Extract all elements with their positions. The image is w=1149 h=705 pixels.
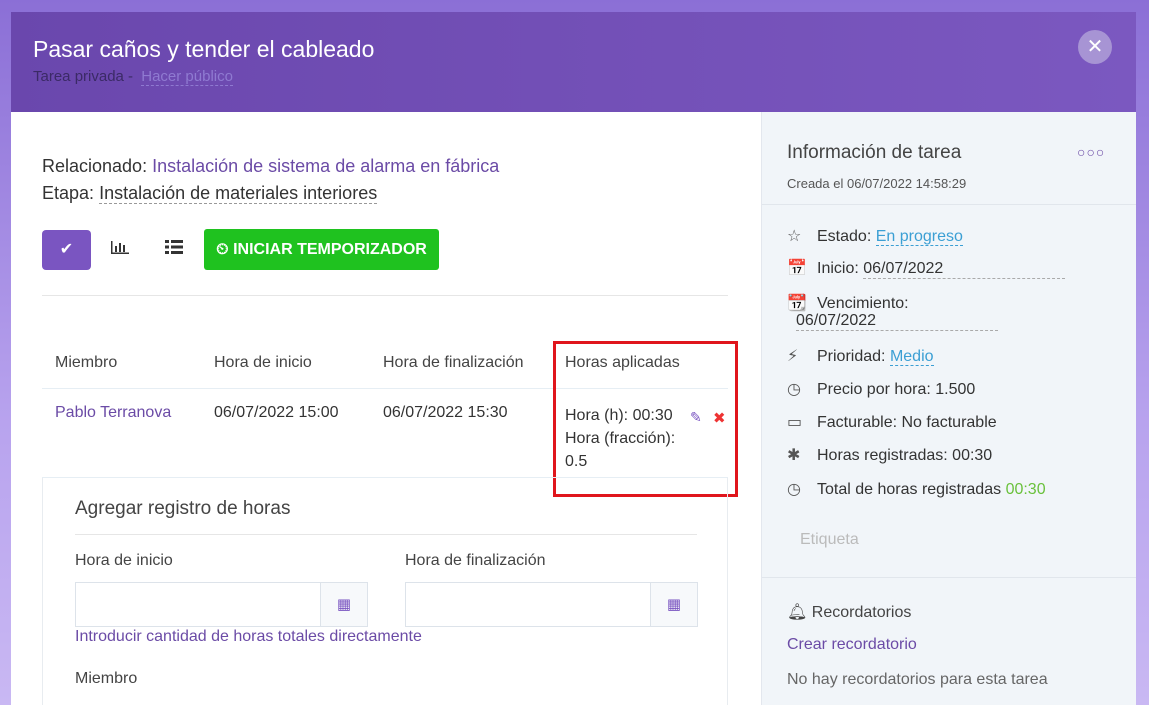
task-title: Pasar caños y tender el cableado <box>33 36 375 62</box>
list-icon[interactable] <box>165 239 183 260</box>
end-time-label: Hora de finalización <box>405 552 546 569</box>
no-reminders-text: No hay recordatorios para esta tarea <box>787 671 1048 688</box>
highlight-box <box>553 341 738 497</box>
divider <box>42 295 728 296</box>
calendar-icon[interactable]: ▦ <box>650 582 698 627</box>
credit-card-icon: ▭ <box>787 414 803 431</box>
reminders-title: 🔔︎ Recordatorios <box>787 602 911 622</box>
billable-row: ▭ Facturable: No facturable <box>787 412 997 432</box>
col-header-end: Hora de finalización <box>383 354 524 371</box>
divider <box>762 577 1136 578</box>
visibility-label: Tarea privada - <box>33 68 134 85</box>
add-time-entry-panel: Agregar registro de horas Hora de inicio… <box>42 478 728 705</box>
mark-complete-button[interactable]: ✔ <box>42 230 91 270</box>
star-icon: ☆ <box>787 228 802 245</box>
enter-total-hours-link[interactable]: Introducir cantidad de horas totales dir… <box>75 628 422 646</box>
start-timer-button[interactable]: ⏲ INICIAR TEMPORIZADOR <box>204 229 439 270</box>
due-date-row: 📆 Vencimiento: <box>787 293 909 313</box>
create-reminder-link[interactable]: Crear recordatorio <box>787 636 917 654</box>
reminders-label: Recordatorios <box>811 604 912 621</box>
total-hours-value: 00:30 <box>1005 481 1046 498</box>
priority-value[interactable]: Medio <box>889 348 934 366</box>
calendar-icon[interactable]: ▦ <box>320 582 368 627</box>
status-value[interactable]: En progreso <box>875 228 963 246</box>
bolt-icon: ⚡ <box>787 348 799 365</box>
status-row: ☆ Estado: En progreso <box>787 226 963 246</box>
start-timer-label: INICIAR TEMPORIZADOR <box>233 241 427 258</box>
status-label: Estado: <box>817 228 872 245</box>
logged-hours-row: ✱ Horas registradas: 00:30 <box>787 445 992 465</box>
tag-input[interactable]: Etiqueta <box>800 531 859 549</box>
billable-status: Facturable: No facturable <box>817 414 997 431</box>
hourly-rate: Precio por hora: 1.500 <box>817 381 976 398</box>
asterisk-icon: ✱ <box>787 447 801 464</box>
bell-icon: 🔔︎ <box>787 604 808 621</box>
stats-icon[interactable] <box>110 239 130 260</box>
member-label: Miembro <box>75 670 138 687</box>
stage-label: Etapa: <box>42 183 95 203</box>
col-header-start: Hora de inicio <box>214 354 312 371</box>
total-hours-row: ◷ Total de horas registradas 00:30 <box>787 479 1046 499</box>
calendar-check-icon: 📆 <box>787 295 807 312</box>
make-public-link[interactable]: Hacer público <box>141 68 233 86</box>
modal-header: Pasar caños y tender el cableado Tarea p… <box>11 12 1136 112</box>
clock-icon: ◷ <box>787 481 801 498</box>
start-time-input[interactable] <box>75 582 321 627</box>
priority-label: Prioridad: <box>817 348 886 365</box>
total-hours-label: Total de horas registradas <box>817 481 1002 498</box>
task-info-title: Información de tarea <box>787 142 962 163</box>
close-icon[interactable]: ✕ <box>1078 30 1112 64</box>
hourly-rate-row: ◷ Precio por hora: 1.500 <box>787 379 975 399</box>
related-label: Relacionado: <box>42 156 148 176</box>
due-date-label: Vencimiento: <box>817 295 909 312</box>
clock-icon: ⏲ <box>216 241 229 258</box>
created-date: Creada el 06/07/2022 14:58:29 <box>787 176 967 191</box>
start-date-row: 📅 Inicio: 06/07/2022 <box>787 258 1066 279</box>
row-start-time: 06/07/2022 15:00 <box>214 404 339 421</box>
task-modal: Pasar caños y tender el cableado Tarea p… <box>11 12 1136 705</box>
stage-value[interactable]: Instalación de materiales interiores <box>99 183 378 204</box>
row-end-time: 06/07/2022 15:30 <box>383 404 508 421</box>
end-time-input[interactable] <box>405 582 651 627</box>
start-time-label: Hora de inicio <box>75 552 173 569</box>
divider <box>762 204 1136 205</box>
task-main-panel: Relacionado: Instalación de sistema de a… <box>11 112 761 705</box>
task-info-sidebar: Información de tarea ○○○ Creada el 06/07… <box>761 112 1136 705</box>
related-line: Relacionado: Instalación de sistema de a… <box>42 156 499 177</box>
due-date-value[interactable]: 06/07/2022 <box>796 312 998 331</box>
col-header-member: Miembro <box>55 354 118 371</box>
clock-icon: ◷ <box>787 381 801 398</box>
due-date-value-row: 06/07/2022 <box>796 312 998 331</box>
add-entry-title: Agregar registro de horas <box>75 498 291 519</box>
calendar-plus-icon: 📅 <box>787 260 807 277</box>
start-date-value[interactable]: 06/07/2022 <box>863 260 1066 279</box>
add-entry-divider <box>75 534 697 535</box>
row-member-link[interactable]: Pablo Terranova <box>55 404 171 422</box>
logged-hours: Horas registradas: 00:30 <box>817 447 993 464</box>
stage-line: Etapa: Instalación de materiales interio… <box>42 183 378 204</box>
task-visibility: Tarea privada - Hacer público <box>33 68 233 86</box>
start-date-label: Inicio: <box>817 260 859 277</box>
more-options-icon[interactable]: ○○○ <box>1077 144 1105 160</box>
related-link[interactable]: Instalación de sistema de alarma en fábr… <box>152 156 499 176</box>
priority-row: ⚡ Prioridad: Medio <box>787 346 934 366</box>
